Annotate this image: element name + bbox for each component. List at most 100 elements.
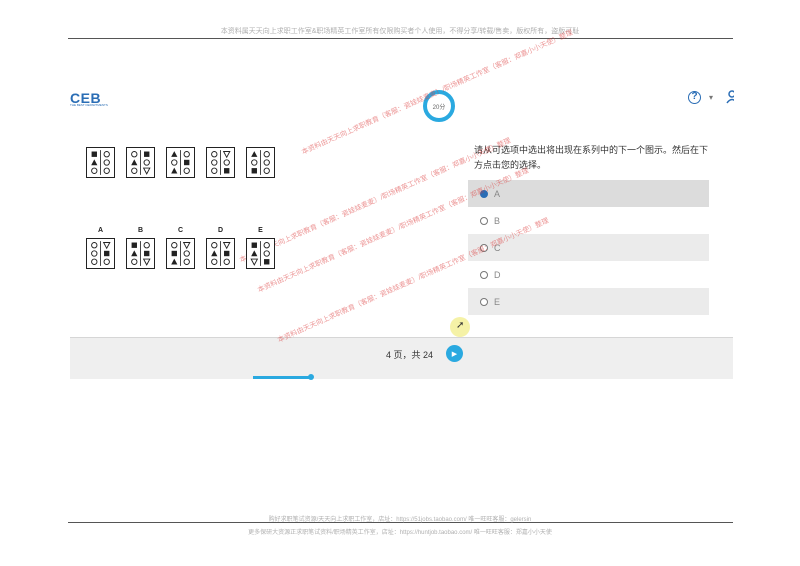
header-rule [68, 38, 733, 39]
square-shape [264, 259, 270, 265]
triangle-shape [171, 151, 178, 157]
option-list: A B C D E [468, 180, 709, 315]
play-icon: ▶ [451, 350, 458, 358]
circle-shape [131, 151, 138, 158]
square-shape [171, 250, 177, 257]
square-shape [184, 159, 190, 166]
tri-down-shape [222, 242, 231, 250]
progress-bar [253, 376, 311, 379]
circle-shape [183, 250, 190, 257]
document-footer-line-2: 更多保研大资源正求职笔试资料/职场精英工作室，店址：https://huntjo… [248, 530, 552, 536]
circle-shape [143, 159, 150, 166]
series-tile [206, 147, 235, 178]
tri-down-shape [182, 242, 191, 250]
document-header-note: 本资料属天天向上求职工作室&职场精英工作室所有仅限购买者个人使用，不得分享/转载… [220, 28, 580, 35]
triangle-shape [91, 159, 98, 166]
tile-figure [91, 150, 110, 175]
square-shape [91, 151, 97, 157]
square-shape [104, 250, 110, 257]
tile-figure [91, 241, 111, 266]
tile-figure [211, 150, 231, 175]
square-shape [144, 250, 150, 257]
ceb-logo-subtitle: THE BEST DEPARTMENTS [70, 103, 108, 107]
answer-tile-a [86, 238, 115, 269]
tri-down-shape [250, 258, 259, 266]
chevron-down-icon[interactable]: ▾ [709, 93, 713, 102]
circle-shape [223, 159, 230, 166]
answer-tile-c [166, 238, 195, 269]
question-text: 请从可选项中选出将出现在系列中的下一个图示。然后在下方点击您的选择。 [474, 145, 709, 170]
option-e[interactable]: E [468, 288, 709, 315]
tile-figure [211, 241, 231, 266]
page-counter: 4 页，共 24 [386, 350, 434, 360]
tile-figure [171, 150, 190, 175]
circle-shape [103, 151, 110, 158]
answer-tile-b [126, 238, 155, 269]
timer-label: 20分 [432, 104, 446, 111]
triangle-shape [251, 250, 258, 257]
circle-shape [91, 242, 98, 249]
circle-shape [211, 167, 218, 174]
tile-figure [171, 241, 191, 266]
tri-down-shape [222, 151, 231, 159]
square-shape [224, 168, 230, 174]
circle-shape [171, 242, 178, 249]
circle-shape [183, 258, 190, 265]
radio-e[interactable] [480, 297, 488, 306]
radio-b[interactable] [480, 216, 488, 225]
tri-down-shape [142, 258, 151, 266]
circle-shape [211, 242, 218, 249]
circle-shape [263, 151, 270, 158]
triangle-shape [171, 258, 178, 265]
tile-figure [250, 241, 270, 266]
circle-shape [171, 159, 178, 166]
circle-shape [251, 159, 258, 166]
option-b-label: B [494, 215, 501, 226]
user-icon[interactable] [726, 90, 734, 104]
circle-shape [263, 167, 270, 174]
square-shape [224, 250, 230, 257]
triangle-shape [131, 159, 138, 166]
circle-shape [211, 258, 218, 265]
radio-d[interactable] [480, 270, 488, 279]
next-button[interactable]: ▶ [446, 345, 463, 362]
circle-shape [91, 258, 98, 265]
help-icon[interactable]: ? [688, 91, 701, 104]
navigation-bar: 4 页，共 24 ▶ [70, 337, 733, 380]
circle-shape [263, 250, 270, 257]
square-shape [251, 168, 257, 174]
triangle-shape [211, 250, 218, 257]
triangle-shape [131, 250, 138, 257]
square-shape [251, 242, 257, 248]
answer-tile-e [246, 238, 275, 269]
tile-figure [131, 150, 151, 175]
option-d[interactable]: D [468, 261, 709, 288]
series-tile [246, 147, 275, 178]
circle-shape [263, 159, 270, 166]
circle-shape [91, 250, 98, 257]
triangle-shape [171, 167, 178, 174]
tile-figure [251, 150, 270, 175]
series-tile [166, 147, 195, 178]
circle-shape [263, 242, 270, 249]
circle-shape [183, 151, 190, 158]
answer-tile-label: A [97, 227, 104, 234]
triangle-shape [251, 151, 258, 157]
circle-shape [103, 167, 110, 174]
option-e-label: E [494, 296, 501, 307]
tile-figure [131, 241, 151, 266]
circle-shape [143, 242, 150, 249]
test-screen: C E B THE BEST DEPARTMENTS 20分 ? ▾ 请从可选项中选… [70, 29, 734, 380]
square-shape [144, 151, 150, 157]
circle-shape [211, 151, 218, 158]
watermark: 本资料由天天向上求职教育（客服：瓷娃娃麦麦）/职场精英工作室（客服：郑嘉小小天使… [300, 29, 575, 157]
tri-down-shape [102, 242, 111, 250]
circle-shape [103, 258, 110, 265]
circle-shape [91, 167, 98, 174]
answer-tile-label: E [258, 227, 263, 234]
circle-shape [223, 258, 230, 265]
answer-tile-label: D [217, 227, 224, 234]
circle-shape [131, 167, 138, 174]
tri-down-shape [142, 167, 151, 175]
option-b[interactable]: B [468, 207, 709, 234]
